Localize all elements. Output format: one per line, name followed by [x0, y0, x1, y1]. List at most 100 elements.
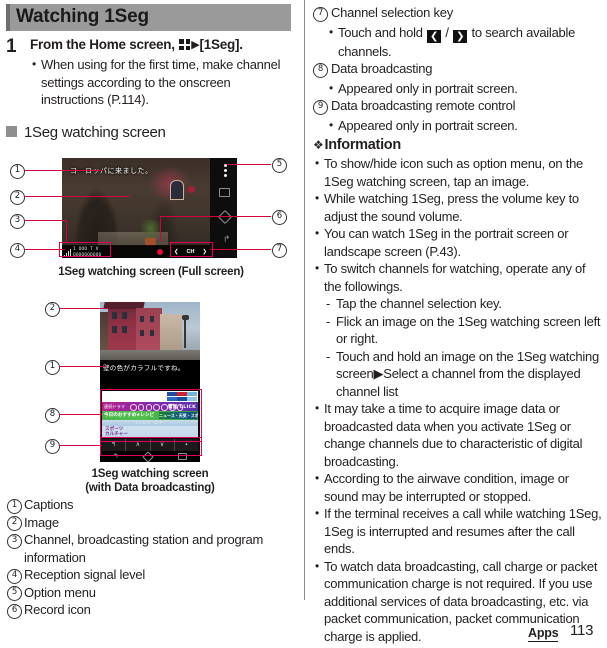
legend-item-8: 8 Data broadcasting — [313, 60, 605, 78]
recent-apps-icon[interactable] — [219, 188, 230, 197]
legend-right: 7Channel selection key Touch and hold ❮ … — [313, 4, 605, 134]
info-dash-2: Flick an image on the 1Seg watching scre… — [324, 313, 605, 348]
legend-num-3: 3 — [7, 533, 22, 549]
step-bullet: When using for the first time, make chan… — [30, 56, 296, 109]
information-heading: ❖Information — [313, 137, 605, 153]
right-column: 7Channel selection key Touch and hold ❮ … — [311, 0, 607, 644]
portrait-callout-1: 1 — [45, 360, 60, 375]
legend-8-bullet: Appeared only in portrait screen. — [327, 80, 605, 98]
legend-item-3: 3 Channel, broadcasting station and progr… — [6, 531, 298, 566]
legend-left: 1 Captions 2 Image 3 Channel, broadcasting … — [6, 496, 298, 619]
information-bullets: To show/hide icon such as option menu, o… — [313, 155, 605, 645]
portrait-caption-text: 壁の色がカラフルですね。 — [100, 360, 200, 376]
legend-text-9: Data broadcasting remote control — [331, 98, 516, 113]
leader-line-3v — [66, 220, 68, 242]
triangle-separator-icon: ▶ — [191, 39, 200, 51]
callout-2: 2 — [10, 190, 25, 205]
portrait-street-lamp — [182, 315, 188, 348]
legend-num-8: 8 — [313, 62, 328, 78]
footer-section-label: Apps — [528, 626, 559, 642]
info-dash-3: Touch and hold an image on the 1Seg watc… — [324, 348, 605, 401]
callout-7: 7 — [272, 243, 287, 258]
callout-4: 4 — [10, 243, 25, 258]
landscape-window — [170, 180, 184, 200]
portrait-window-4 — [122, 326, 127, 333]
legend-text-5: Option menu — [24, 584, 96, 600]
leader-line-6 — [160, 216, 271, 218]
record-icon — [157, 248, 163, 255]
legend-num-7: 7 — [313, 6, 328, 22]
info-bullet-1: To show/hide icon such as option menu, o… — [313, 155, 605, 190]
portrait-callout-8: 8 — [45, 408, 60, 423]
step-body: From the Home screen, ▶[1Seg]. When usin… — [30, 36, 296, 109]
legend-text-1: Captions — [24, 497, 74, 512]
legend-num-5: 5 — [7, 586, 22, 601]
legend-text-7: Channel selection key — [331, 5, 453, 20]
step-title-post: [1Seg]. — [199, 37, 244, 52]
portrait-window-6 — [150, 316, 154, 322]
portrait-window-8 — [150, 330, 154, 336]
leader-line-7 — [210, 249, 271, 251]
channel-next-key-icon: ❯ — [453, 29, 468, 43]
leader-line-5 — [227, 164, 271, 166]
leader-line-3 — [25, 220, 67, 222]
portrait-window-2 — [122, 312, 127, 319]
portrait-callout-2: 2 — [45, 302, 60, 317]
subsection-title: 1Seg watching screen — [24, 124, 166, 141]
info-bullet-4-text: To switch channels for watching, operate… — [324, 261, 586, 294]
legend-text-2: Image — [24, 514, 59, 530]
legend-7-bullets: Touch and hold ❮ / ❯ to search available… — [327, 24, 605, 61]
info-bullet-4-dashes: Tap the channel selection key. Flick an … — [324, 295, 605, 400]
step-block: 1 From the Home screen, ▶[1Seg]. When us… — [6, 36, 296, 109]
figure-portrait-caption-line1: 1Seg watching screen — [91, 468, 209, 480]
callout-6: 6 — [272, 210, 287, 225]
information-heading-text: Information — [324, 137, 401, 153]
info-bullet-6: According to the airwave condition, imag… — [313, 470, 605, 505]
apps-grid-icon — [179, 39, 191, 50]
info-bullet-4: To switch channels for watching, operate… — [313, 260, 605, 400]
legend-item-1: 1 Captions — [6, 496, 298, 514]
column-divider — [304, 0, 305, 600]
portrait-window-5 — [140, 316, 144, 322]
header-accent-bar — [6, 4, 10, 31]
figure-landscape-caption: 1Seg watching screen (Full screen) — [58, 266, 244, 278]
leader-line-4 — [25, 249, 65, 251]
portrait-leader-1 — [60, 366, 106, 368]
portrait-street — [100, 350, 200, 360]
legend-num-1: 1 — [7, 498, 22, 514]
back-icon[interactable]: ↰ — [223, 234, 231, 244]
portrait-window-3 — [112, 326, 117, 333]
portrait-leader-2 — [60, 308, 108, 310]
step-title: From the Home screen, ▶[1Seg]. — [30, 36, 296, 54]
legend-item-2: 2 Image — [6, 514, 298, 531]
legend-text-3: Channel, broadcasting station and progra… — [24, 532, 264, 565]
step-number: 1 — [6, 36, 17, 57]
legend-item-9: 9 Data broadcasting remote control — [313, 97, 605, 115]
legend-num-4: 4 — [7, 568, 22, 584]
diamond-bullet-icon: ❖ — [313, 138, 324, 152]
info-bullet-8: To watch data broadcasting, call charge … — [313, 558, 605, 646]
portrait-building-c — [160, 314, 182, 352]
info-dash-1: Tap the channel selection key. — [324, 295, 605, 313]
legend-text-4: Reception signal level — [24, 567, 145, 582]
leader-line-2 — [25, 196, 130, 198]
figure-portrait-caption: 1Seg watching screen (with Data broadcas… — [50, 468, 250, 495]
legend-7-mid: / — [442, 24, 453, 40]
footer-page-number: 113 — [570, 622, 594, 639]
info-bullet-7: If the terminal receives a call while wa… — [313, 505, 605, 558]
callout-1: 1 — [10, 164, 25, 179]
legend-item-6: 6 Record icon — [6, 601, 298, 619]
highlight-data-broadcasting — [100, 389, 202, 442]
figure-landscape: ヨーロッパに来ました。 1 OOO T V OOOOOOOOOO ❮ CH ❯ — [10, 158, 287, 258]
portrait-leader-9 — [60, 445, 102, 447]
option-menu-icon[interactable] — [224, 164, 227, 177]
subsection-heading: 1Seg watching screen — [6, 124, 166, 141]
step-title-pre: From the Home screen, — [30, 37, 179, 52]
legend-item-4: 4 Reception signal level — [6, 566, 298, 584]
portrait-window-1 — [112, 312, 117, 319]
section-header: Watching 1Seg — [6, 4, 291, 31]
figure-portrait-caption-line2: (with Data broadcasting) — [85, 481, 215, 494]
legend-item-7: 7 Channel selection key — [313, 4, 605, 22]
square-bullet-icon — [6, 126, 17, 137]
legend-text-6: Record icon — [24, 602, 91, 617]
